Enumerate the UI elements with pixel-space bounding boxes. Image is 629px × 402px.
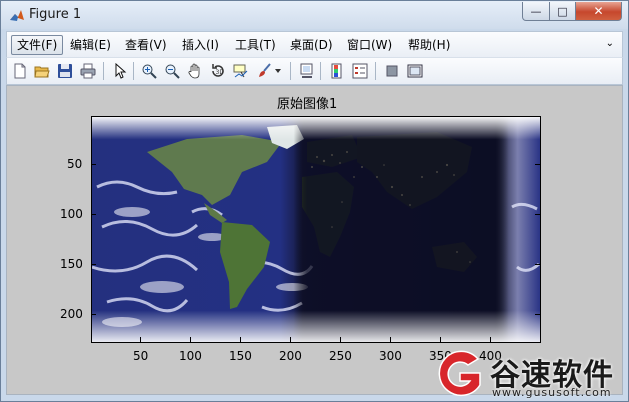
plot-title: 原始图像1 [277, 97, 338, 112]
menu-desktop[interactable]: 桌面(D) [285, 35, 338, 55]
menu-file[interactable]: 文件(F) [11, 35, 64, 55]
brush-icon[interactable] [255, 62, 273, 80]
menu-tools[interactable]: 工具(T) [230, 35, 281, 55]
close-button[interactable]: ✕ [576, 2, 622, 21]
minimize-button[interactable]: — [522, 2, 550, 21]
edit-plot-arrow-icon[interactable] [111, 62, 129, 80]
image-axes[interactable] [91, 116, 541, 343]
menu-help[interactable]: 帮助(H) [403, 35, 455, 55]
hide-plot-tools-icon[interactable] [383, 62, 401, 80]
save-icon[interactable] [56, 62, 74, 80]
x-tick-label: 200 [279, 349, 302, 363]
x-tick-label: 50 [133, 349, 149, 363]
gususoft-logo-icon [438, 350, 481, 397]
x-tick-label: 300 [379, 349, 402, 363]
y-tick-label: 50 [67, 157, 83, 171]
menu-window[interactable]: 窗口(W) [342, 35, 397, 55]
maximize-icon: □ [557, 4, 568, 18]
menu-edit[interactable]: 编辑(E) [65, 35, 116, 55]
figure-canvas: 原始图像1 50 100 150 200 50 100 150 200 250 … [6, 85, 623, 395]
show-plot-tools-icon[interactable] [406, 62, 424, 80]
data-cursor-icon[interactable] [232, 62, 250, 80]
matlab-logo-icon [10, 10, 24, 21]
figure-window: Figure 1 — □ ✕ 文件(F) 编辑(E) 查看(V) 插入(I) 工… [0, 0, 629, 402]
open-file-icon[interactable] [33, 62, 51, 80]
close-icon: ✕ [593, 4, 604, 18]
x-tick-label: 150 [229, 349, 252, 363]
x-tick-label: 250 [329, 349, 352, 363]
colorbar-icon[interactable] [328, 62, 346, 80]
menu-insert[interactable]: 插入(I) [177, 35, 224, 55]
menu-view[interactable]: 查看(V) [120, 35, 172, 55]
pan-hand-icon[interactable] [186, 62, 204, 80]
menu-bar: 文件(F) 编辑(E) 查看(V) 插入(I) 工具(T) 桌面(D) 窗口(W… [6, 31, 623, 58]
maximize-button[interactable]: □ [550, 2, 576, 21]
minimize-icon: — [530, 4, 542, 18]
link-plot-icon[interactable] [298, 62, 316, 80]
legend-icon[interactable] [351, 62, 369, 80]
title-bar[interactable]: Figure 1 — □ ✕ [1, 1, 628, 29]
y-tick-label: 100 [60, 207, 83, 221]
watermark-url: www.gususoft.com [492, 386, 612, 399]
zoom-out-icon[interactable] [163, 62, 181, 80]
figure-toolbar: 3D [6, 57, 623, 85]
zoom-in-icon[interactable] [140, 62, 158, 80]
dropdown-icon[interactable] [273, 62, 283, 80]
svg-text:3D: 3D [216, 69, 225, 76]
world-map-image [92, 117, 540, 342]
x-tick-label: 100 [179, 349, 202, 363]
rotate-3d-icon[interactable]: 3D [209, 62, 227, 80]
y-tick-label: 200 [60, 307, 83, 321]
y-tick-label: 150 [60, 257, 83, 271]
print-icon[interactable] [79, 62, 97, 80]
chevron-icon[interactable]: ⌄ [606, 38, 614, 49]
window-title: Figure 1 [29, 7, 82, 22]
new-figure-icon[interactable] [11, 62, 29, 80]
